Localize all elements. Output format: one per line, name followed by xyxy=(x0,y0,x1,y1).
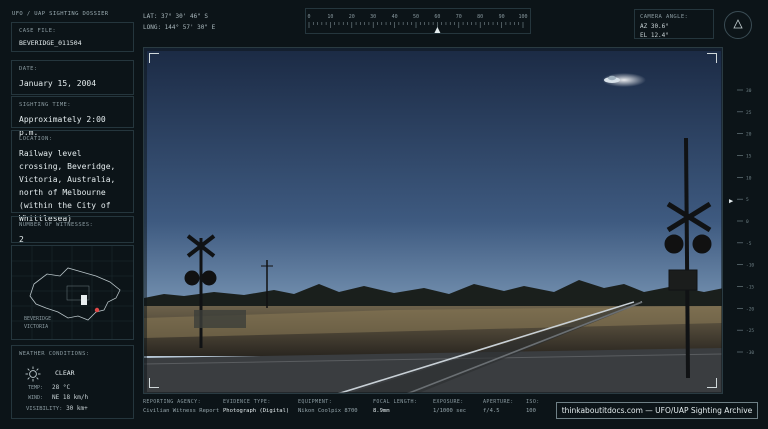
witnesses-field: NUMBER OF WITNESSES: 2 xyxy=(11,216,134,244)
meta-evidence: EVIDENCE TYPE: Photograph (Digital) xyxy=(223,399,290,414)
elevation-scale-svg: 30 25 20 15 10 5 0 -5 -10 -15 -20 -25 -30 xyxy=(737,88,754,356)
elevation-tick-label: 0 xyxy=(746,219,749,225)
location-value: Railway level crossing, Beveridge, Victo… xyxy=(19,149,116,223)
meta-exposure: EXPOSURE: 1/1000 sec xyxy=(433,399,467,414)
wind-value: NE 18 km/h xyxy=(52,394,89,401)
date-label: DATE: xyxy=(19,66,38,72)
temp-value: 28 °C xyxy=(52,384,71,391)
scale-tick-label: 20 xyxy=(349,14,355,20)
meta-equipment: EQUIPMENT: Nikon Coolpix 8700 xyxy=(298,399,358,414)
scale-tick-label: 50 xyxy=(413,14,419,20)
elevation-tick-label: -30 xyxy=(746,350,754,356)
elevation-tick-label: 15 xyxy=(746,154,752,160)
longitude: LONG: 144° 57' 30" E xyxy=(143,24,216,31)
elevation-scale: 30 25 20 15 10 5 0 -5 -10 -15 -20 -25 -30 xyxy=(737,86,757,356)
elevation-tick-label: -10 xyxy=(746,263,754,269)
witnesses-label: NUMBER OF WITNESSES: xyxy=(19,222,94,228)
dossier-title: UFO / UAP SIGHTING DOSSIER xyxy=(12,11,109,17)
wind-label: WIND: xyxy=(28,395,44,401)
location-marker xyxy=(94,307,100,313)
scale-tick-label: 30 xyxy=(370,14,376,20)
location-label: LOCATION: xyxy=(19,136,53,142)
elevation-tick-label: -5 xyxy=(746,241,752,247)
location-map: BEVERIDGE VICTORIA xyxy=(11,245,134,340)
location-field: LOCATION: Railway level crossing, Beveri… xyxy=(11,130,134,223)
meta-focal: FOCAL LENGTH: 8.9mm xyxy=(373,399,418,414)
camera-angle-label: CAMERA ANGLE: xyxy=(640,14,689,20)
scale-tick-label: 70 xyxy=(456,14,462,20)
map-label-beveridge: BEVERIDGE xyxy=(24,316,52,322)
visibility-value: 30 km+ xyxy=(66,405,88,412)
meta-iso: ISO: 100 xyxy=(526,399,540,414)
sighting-time-label: SIGHTING TIME: xyxy=(19,102,71,108)
archive-link[interactable]: thinkaboutitdocs.com — UFO/UAP Sighting … xyxy=(556,402,758,419)
scale-tick-label: 90 xyxy=(499,14,505,20)
elevation-tick-label: 25 xyxy=(746,110,752,116)
elevation-tick-label: -25 xyxy=(746,328,754,334)
scale-tick-label: 40 xyxy=(392,14,398,20)
coordinates: LAT: 37° 30' 46" S LONG: 144° 57' 30" E xyxy=(143,11,215,33)
camera-angle-panel: CAMERA ANGLE: AZ 30.6° EL 12.4° xyxy=(634,9,714,39)
case-file-label: CASE FILE: xyxy=(19,28,57,34)
elevation-tick-label: -15 xyxy=(746,285,754,291)
date-value: January 15, 2004 xyxy=(19,79,97,88)
date-field: DATE: January 15, 2004 xyxy=(11,60,134,95)
weather-condition: CLEAR xyxy=(55,369,75,377)
azimuth-scale: 0 10 20 30 40 50 60 70 80 90 100 xyxy=(305,8,531,34)
ufo-object xyxy=(602,73,646,87)
latitude: LAT: 37° 30' 46" S xyxy=(143,13,209,20)
elevation-tick-label: 10 xyxy=(746,175,752,181)
sun-icon xyxy=(25,366,41,382)
scale-tick-label: 10 xyxy=(327,14,333,20)
weather-panel: WEATHER CONDITIONS: CLEAR TEMP: 28 °C WIN… xyxy=(11,345,134,419)
elevation-tick-label: 5 xyxy=(746,197,749,203)
visibility-label: VISIBILITY: xyxy=(26,406,63,412)
camera-az: AZ 30.6° xyxy=(640,23,669,30)
elevation-pointer-icon: ▶ xyxy=(729,197,734,205)
map-label-victoria: VICTORIA xyxy=(24,324,49,330)
meta-aperture: APERTURE: f/4.5 xyxy=(483,399,514,414)
scale-tick-label: 100 xyxy=(518,14,527,20)
temp-label: TEMP: xyxy=(28,385,44,391)
case-file-field: CASE FILE: BEVERIDGE_011504 xyxy=(11,22,134,52)
scale-pointer-icon xyxy=(434,27,441,33)
scale-tick-label: 80 xyxy=(477,14,483,20)
case-file-value: BEVERIDGE_011504 xyxy=(19,39,82,47)
elevation-tick-label: -20 xyxy=(746,306,754,312)
elevation-tick-label: 20 xyxy=(746,132,752,138)
scale-tick-label: 0 xyxy=(307,14,310,20)
sighting-photo xyxy=(143,47,723,394)
photo-metadata-bar: REPORTING AGENCY: Civilian Witness Report… xyxy=(143,399,553,423)
sighting-time-field: SIGHTING TIME: Approximately 2:00 p.m. xyxy=(11,96,134,137)
elevation-tick-label: 30 xyxy=(746,88,752,94)
weather-label: WEATHER CONDITIONS: xyxy=(19,351,90,357)
compass-icon xyxy=(724,11,752,39)
scale-tick-label: 60 xyxy=(434,14,440,20)
azimuth-scale-svg: 0 10 20 30 40 50 60 70 80 90 100 xyxy=(307,14,528,33)
camera-el: EL 12.4° xyxy=(640,32,669,39)
meta-agency: REPORTING AGENCY: Civilian Witness Report xyxy=(143,399,220,414)
